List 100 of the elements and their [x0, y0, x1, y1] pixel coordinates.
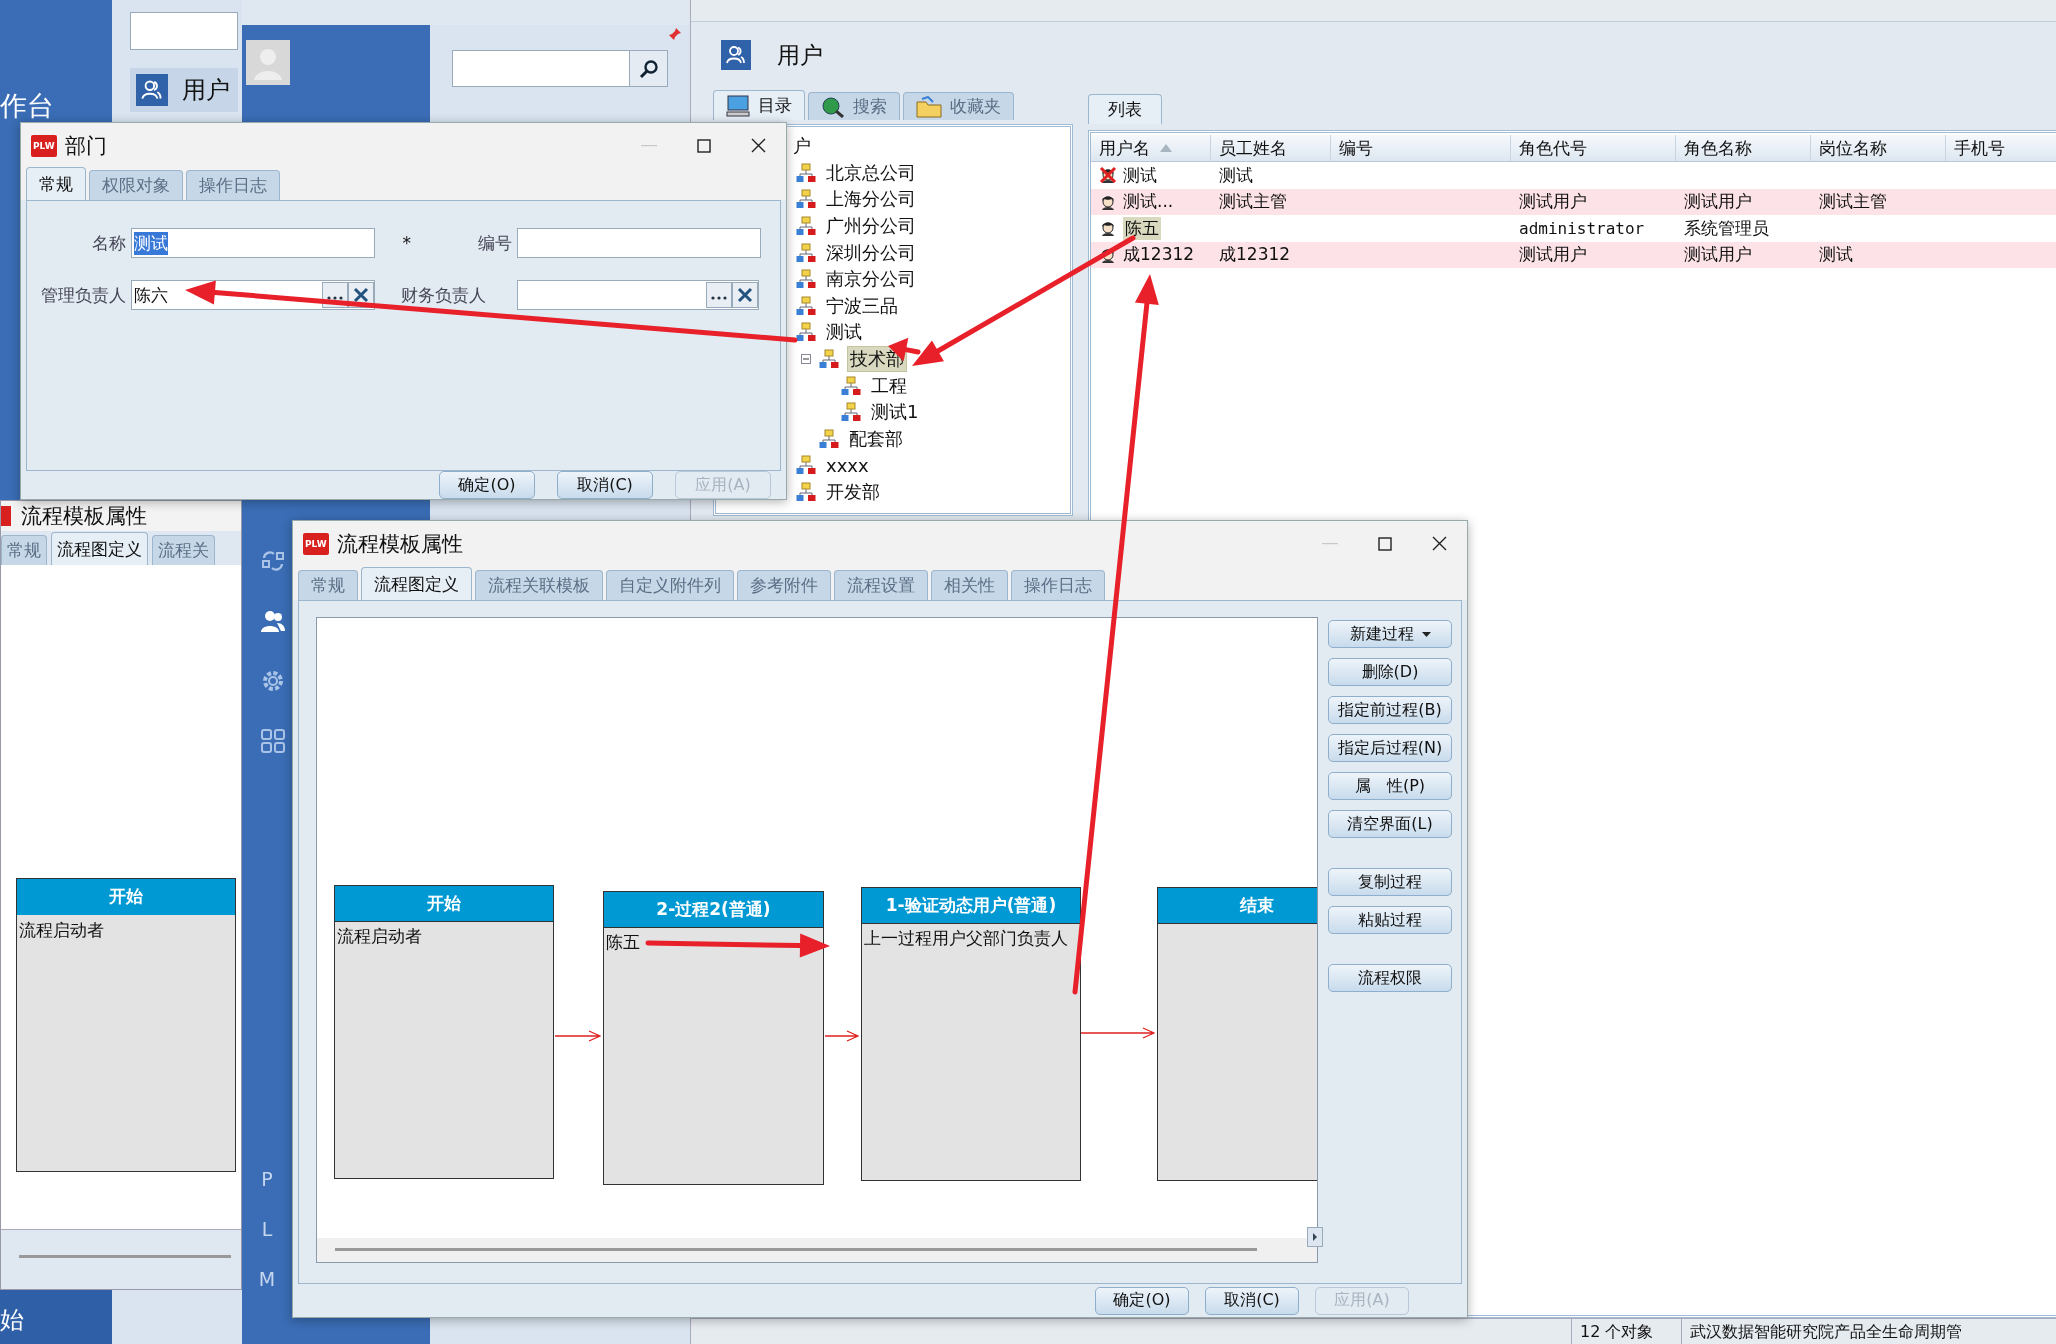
link-icon[interactable]: [260, 548, 286, 574]
action-button[interactable]: 指定前过程(B): [1328, 696, 1452, 724]
grid-icon[interactable]: [260, 728, 286, 754]
tab[interactable]: 列表: [1088, 94, 1162, 124]
close-icon[interactable]: [1432, 536, 1447, 551]
tab[interactable]: 收藏夹: [903, 92, 1014, 120]
tab[interactable]: 参考附件: [737, 570, 831, 600]
tab[interactable]: 目录: [713, 90, 805, 120]
tree-item[interactable]: 北京总公司: [824, 160, 918, 185]
tab[interactable]: 流程图定义: [361, 567, 472, 600]
process-node[interactable]: 2-过程2(普通) 陈五: [603, 891, 824, 1185]
tree-item[interactable]: 开发部: [824, 480, 882, 504]
org-chart-icon: [796, 216, 816, 237]
column-header[interactable]: 用户名: [1091, 135, 1211, 161]
node-title: 1-验证动态用户(普通): [862, 888, 1080, 924]
nav-item[interactable]: 用户: [130, 68, 238, 112]
maximize-icon[interactable]: [697, 138, 711, 153]
search-icon[interactable]: [638, 58, 659, 79]
search-field[interactable]: [452, 50, 668, 87]
column-header[interactable]: 员工姓名: [1211, 135, 1331, 161]
action-button[interactable]: 指定后过程(N): [1328, 734, 1452, 762]
tree-item[interactable]: 配套部: [847, 426, 905, 451]
table-cell: 测试主管: [1219, 190, 1287, 214]
tab[interactable]: 流程设置: [834, 570, 928, 600]
dropdown-button[interactable]: 新建过程: [1328, 620, 1452, 648]
column-header[interactable]: 角色代号: [1511, 135, 1676, 161]
sort-arrow-icon[interactable]: [1160, 144, 1172, 152]
action-button[interactable]: 属 性(P): [1328, 772, 1452, 800]
nav-letter[interactable]: P: [254, 1168, 280, 1190]
tab[interactable]: 搜索: [808, 92, 900, 120]
collapse-icon[interactable]: [801, 354, 811, 365]
dialog-button[interactable]: 取消(C): [557, 471, 653, 499]
table-cell[interactable]: 测试...: [1123, 190, 1174, 214]
table-cell[interactable]: 陈五: [1123, 216, 1161, 240]
tab[interactable]: 常规: [26, 167, 86, 201]
scrollbar[interactable]: [19, 1255, 231, 1258]
tab[interactable]: 权限对象: [89, 170, 183, 201]
window-title: 部门: [64, 132, 107, 160]
column-header[interactable]: 角色名称: [1676, 135, 1811, 161]
settings-icon[interactable]: [260, 668, 286, 694]
tree-item[interactable]: 户: [791, 134, 813, 159]
scroll-right-icon[interactable]: [1307, 1227, 1323, 1247]
column-header[interactable]: 手机号: [1946, 135, 2056, 161]
connector-arrow: [825, 1030, 859, 1042]
window-title: 流程模板属性: [336, 530, 463, 558]
input-field[interactable]: [516, 280, 759, 311]
column-header[interactable]: 编号: [1331, 135, 1511, 161]
input-field[interactable]: 测试: [131, 228, 375, 259]
tab[interactable]: 常规: [1, 535, 47, 565]
column-header[interactable]: 岗位名称: [1811, 135, 1946, 161]
nav-letter[interactable]: M: [254, 1268, 280, 1290]
tree-item[interactable]: 工程: [869, 373, 909, 398]
node-title: 结束: [1158, 888, 1317, 924]
tree-item[interactable]: 深圳分公司: [824, 240, 918, 265]
search-field[interactable]: [130, 12, 238, 50]
start-button[interactable]: 始: [0, 1290, 112, 1344]
tab[interactable]: 操作日志: [186, 170, 280, 201]
action-button[interactable]: 删除(D): [1328, 658, 1452, 686]
action-button[interactable]: 清空界面(L): [1328, 810, 1452, 838]
tab[interactable]: 相关性: [931, 570, 1008, 600]
tree-item[interactable]: 广州分公司: [824, 214, 918, 239]
tab[interactable]: 流程关联模板: [475, 570, 603, 600]
tree-item[interactable]: 南京分公司: [824, 267, 918, 292]
tab[interactable]: 自定义附件列: [606, 570, 734, 600]
table-cell: 系统管理员: [1684, 216, 1769, 240]
tab[interactable]: 操作日志: [1011, 570, 1105, 600]
pin-icon[interactable]: [668, 27, 682, 41]
dialog-button[interactable]: 取消(C): [1205, 1286, 1299, 1315]
org-chart-icon: [841, 375, 861, 396]
tree-item[interactable]: xxxx: [824, 454, 871, 476]
tree-item[interactable]: 测试: [824, 320, 864, 345]
tree-item[interactable]: 测试1: [869, 400, 921, 425]
process-node[interactable]: 开始 流程启动者: [334, 885, 554, 1179]
close-icon[interactable]: [751, 138, 766, 154]
tab[interactable]: 流程图定义: [51, 532, 148, 565]
dialog-button[interactable]: 确定(O): [439, 471, 535, 499]
input-field[interactable]: [516, 228, 761, 259]
tree-item[interactable]: 上海分公司: [824, 187, 918, 212]
org-chart-icon: [796, 455, 816, 476]
scrollbar[interactable]: [317, 1238, 1317, 1262]
table-cell[interactable]: 成12312: [1123, 243, 1195, 267]
users-icon[interactable]: [260, 608, 286, 634]
process-node[interactable]: 开始 流程启动者: [16, 878, 236, 1172]
table-cell: 测试主管: [1819, 190, 1887, 214]
app-logo: PLW: [31, 134, 57, 157]
field-label: 管理负责人: [40, 283, 127, 307]
tab[interactable]: 常规: [298, 570, 358, 600]
maximize-icon[interactable]: [1378, 536, 1392, 551]
window-title: 流程模板属性: [21, 503, 147, 530]
nav-letter[interactable]: L: [254, 1218, 280, 1240]
tree-item[interactable]: 宁波三品: [824, 293, 900, 318]
sidebar-item[interactable]: 作台: [0, 0, 112, 124]
globe-search-icon: [821, 95, 845, 118]
action-button[interactable]: 粘贴过程: [1328, 906, 1452, 934]
action-button[interactable]: 复制过程: [1328, 868, 1452, 896]
tab[interactable]: 流程关: [152, 535, 215, 565]
process-node[interactable]: 1-验证动态用户(普通) 上一过程用户父部门负责人: [861, 887, 1081, 1181]
clear-icon[interactable]: [731, 282, 758, 309]
dialog-button[interactable]: 确定(O): [1095, 1286, 1189, 1315]
action-button[interactable]: 流程权限: [1328, 964, 1452, 992]
